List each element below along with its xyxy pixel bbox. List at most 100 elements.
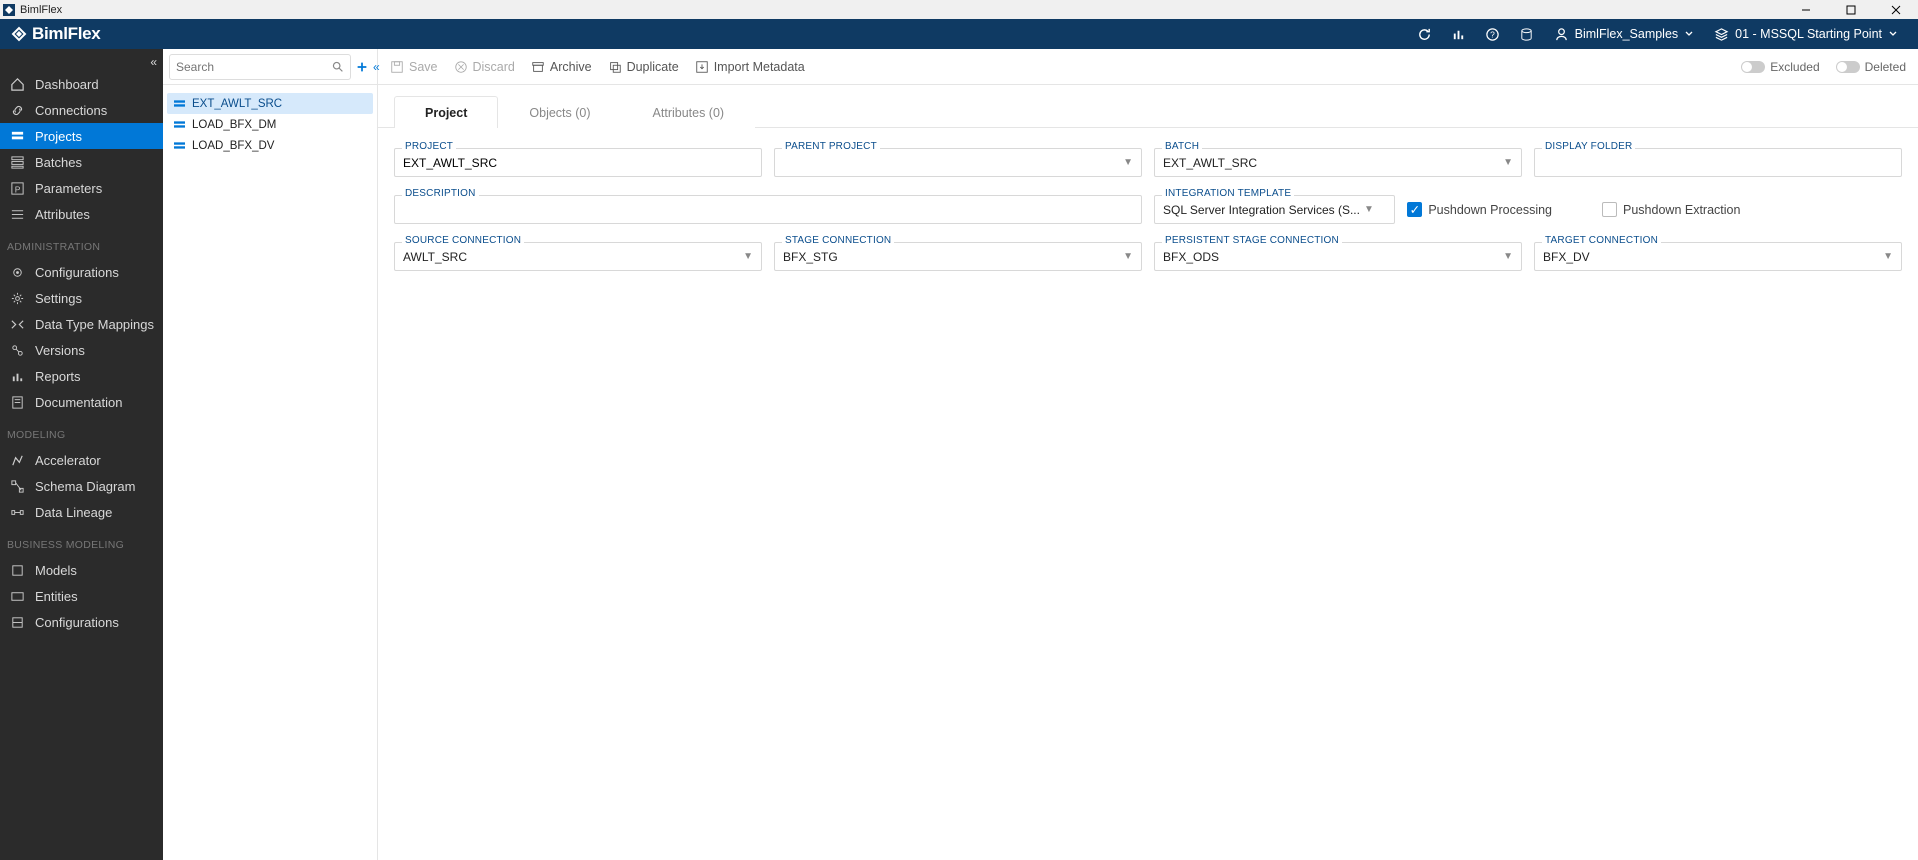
nav-entities[interactable]: Entities [0, 583, 163, 609]
sidebar: « Dashboard Connections Projects Batches… [0, 49, 163, 860]
field-persistent-stage-connection: PERSISTENT STAGE CONNECTION BFX_ODS▼ [1154, 242, 1522, 271]
toggle-switch [1836, 61, 1860, 73]
project-item-load-bfx-dv[interactable]: LOAD_BFX_DV [167, 135, 373, 156]
field-stage-connection: STAGE CONNECTION BFX_STG▼ [774, 242, 1142, 271]
discard-button[interactable]: Discard [454, 60, 515, 74]
svg-text:P: P [15, 184, 21, 194]
chevron-down-icon [1888, 29, 1898, 39]
customer-picker[interactable]: BimlFlex_Samples [1544, 19, 1705, 49]
nav-documentation[interactable]: Documentation [0, 389, 163, 415]
nav-versions[interactable]: Versions [0, 337, 163, 363]
customer-name: BimlFlex_Samples [1575, 27, 1679, 41]
field-parent-project: PARENT PROJECT ▼ [774, 148, 1142, 177]
nav-parameters[interactable]: PParameters [0, 175, 163, 201]
integration-template-select[interactable]: SQL Server Integration Services (S...▼ [1154, 195, 1395, 224]
nav-datatype-mappings[interactable]: Data Type Mappings [0, 311, 163, 337]
display-folder-input[interactable] [1534, 148, 1902, 177]
nav-business-configurations[interactable]: Configurations [0, 609, 163, 635]
project-search-input[interactable] [176, 60, 331, 74]
main-panel: Save Discard Archive Duplicate Import Me… [378, 49, 1918, 860]
window-close-button[interactable] [1873, 0, 1918, 19]
field-source-connection: SOURCE CONNECTION AWLT_SRC▼ [394, 242, 762, 271]
nav-schema-diagram[interactable]: Schema Diagram [0, 473, 163, 499]
target-connection-select[interactable]: BFX_DV▼ [1534, 242, 1902, 271]
project-search[interactable] [169, 54, 351, 80]
tab-project[interactable]: Project [394, 96, 498, 128]
window-minimize-button[interactable] [1783, 0, 1828, 19]
project-item-load-bfx-dm[interactable]: LOAD_BFX_DM [167, 114, 373, 135]
nav-projects[interactable]: Projects [0, 123, 163, 149]
chevron-down-icon: ▼ [743, 251, 753, 262]
window-maximize-button[interactable] [1828, 0, 1873, 19]
chevron-down-icon: ▼ [1123, 157, 1133, 168]
project-icon [173, 140, 186, 151]
version-name: 01 - MSSQL Starting Point [1735, 27, 1882, 41]
nav-connections[interactable]: Connections [0, 97, 163, 123]
top-nav: BimlFlex ? BimlFlex_Samples 01 - MSSQL S… [0, 19, 1918, 49]
save-button[interactable]: Save [390, 60, 438, 74]
pushdown-processing-checkbox[interactable]: ✓Pushdown Processing [1407, 202, 1552, 217]
parent-project-select[interactable]: ▼ [774, 148, 1142, 177]
project-icon [173, 119, 186, 130]
logo: BimlFlex [10, 24, 100, 44]
excluded-toggle[interactable]: Excluded [1741, 60, 1819, 74]
project-icon [173, 98, 186, 109]
tab-objects[interactable]: Objects (0) [498, 96, 621, 128]
toolbar: Save Discard Archive Duplicate Import Me… [378, 49, 1918, 85]
source-connection-select[interactable]: AWLT_SRC▼ [394, 242, 762, 271]
sidebar-header-modeling: MODELING [0, 415, 163, 447]
nav-settings[interactable]: Settings [0, 285, 163, 311]
chevron-down-icon [1684, 29, 1694, 39]
nav-configurations[interactable]: Configurations [0, 259, 163, 285]
sidebar-collapse-button[interactable]: « [150, 55, 157, 69]
tabs: Project Objects (0) Attributes (0) [378, 85, 1918, 128]
nav-attributes[interactable]: Attributes [0, 201, 163, 227]
toggle-switch [1741, 61, 1765, 73]
deleted-toggle[interactable]: Deleted [1836, 60, 1906, 74]
import-metadata-button[interactable]: Import Metadata [695, 60, 805, 74]
stage-connection-select[interactable]: BFX_STG▼ [774, 242, 1142, 271]
nav-accelerator[interactable]: Accelerator [0, 447, 163, 473]
help-button[interactable]: ? [1476, 19, 1510, 49]
pushdown-extraction-checkbox[interactable]: Pushdown Extraction [1602, 202, 1740, 217]
tab-attributes[interactable]: Attributes (0) [622, 96, 756, 128]
svg-text:?: ? [1490, 29, 1495, 39]
nav-reports[interactable]: Reports [0, 363, 163, 389]
project-list-panel: « EXT_AWLT_SRC LOAD_BFX_DM LOAD_BFX_DV [163, 49, 378, 860]
field-target-connection: TARGET CONNECTION BFX_DV▼ [1534, 242, 1902, 271]
reports-button[interactable] [1442, 19, 1476, 49]
persistent-stage-connection-select[interactable]: BFX_ODS▼ [1154, 242, 1522, 271]
nav-data-lineage[interactable]: Data Lineage [0, 499, 163, 525]
search-icon [331, 60, 344, 73]
archive-button[interactable]: Archive [531, 60, 592, 74]
user-icon [1554, 27, 1569, 42]
nav-dashboard[interactable]: Dashboard [0, 71, 163, 97]
refresh-button[interactable] [1408, 19, 1442, 49]
field-integration-template: INTEGRATION TEMPLATE SQL Server Integrat… [1154, 195, 1395, 224]
chevron-down-icon: ▼ [1503, 157, 1513, 168]
sidebar-header-business: BUSINESS MODELING [0, 525, 163, 557]
duplicate-button[interactable]: Duplicate [608, 60, 679, 74]
field-description: DESCRIPTION [394, 195, 1142, 224]
project-item-ext-awlt-src[interactable]: EXT_AWLT_SRC [167, 93, 373, 114]
layers-icon [1714, 27, 1729, 42]
nav-models[interactable]: Models [0, 557, 163, 583]
field-display-folder: DISPLAY FOLDER [1534, 148, 1902, 177]
database-button[interactable] [1510, 19, 1544, 49]
check-icon: ✓ [1407, 202, 1422, 217]
field-project: PROJECT [394, 148, 762, 177]
check-icon [1602, 202, 1617, 217]
add-project-button[interactable] [355, 56, 369, 78]
batch-select[interactable]: EXT_AWLT_SRC▼ [1154, 148, 1522, 177]
description-input[interactable] [394, 195, 1142, 224]
window-title: BimlFlex [20, 4, 62, 16]
version-picker[interactable]: 01 - MSSQL Starting Point [1704, 19, 1908, 49]
chevron-down-icon: ▼ [1503, 251, 1513, 262]
field-batch: BATCH EXT_AWLT_SRC▼ [1154, 148, 1522, 177]
project-input[interactable] [394, 148, 762, 177]
chevron-down-icon: ▼ [1883, 251, 1893, 262]
sidebar-header-admin: ADMINISTRATION [0, 227, 163, 259]
project-form: PROJECT PARENT PROJECT ▼ BATCH EXT_AWLT_… [378, 128, 1918, 291]
app-icon [2, 3, 16, 17]
nav-batches[interactable]: Batches [0, 149, 163, 175]
